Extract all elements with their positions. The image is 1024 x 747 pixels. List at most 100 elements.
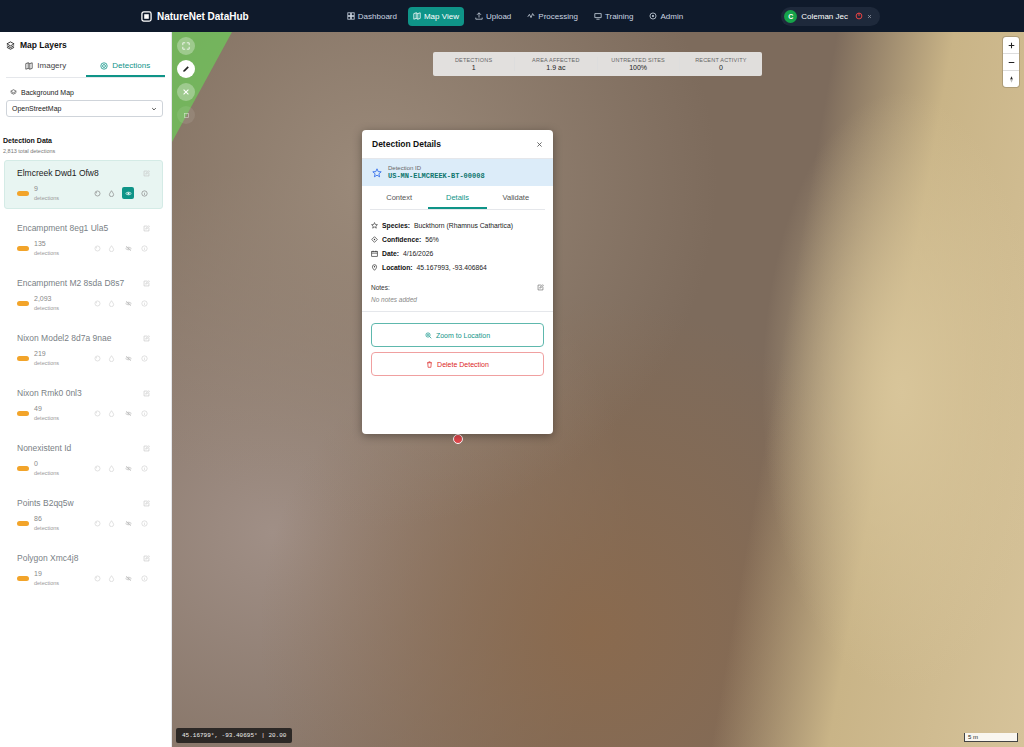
layer-card[interactable]: Elmcreek Dwd1 Ofw8 9 detections <box>4 160 163 209</box>
edit-icon[interactable] <box>143 170 150 177</box>
layer-card[interactable]: Nixon Rmk0 0nl3 49 detections <box>4 380 163 429</box>
info-icon[interactable] <box>141 355 148 362</box>
zoom-in-button[interactable] <box>1003 37 1019 54</box>
visibility-toggle[interactable] <box>122 242 134 254</box>
drop-icon[interactable] <box>108 300 115 307</box>
style-icon[interactable] <box>94 465 101 472</box>
reset-north-button[interactable] <box>1003 71 1019 87</box>
style-icon[interactable] <box>94 575 101 582</box>
layer-card[interactable]: Nixon Model2 8d7a 9nae 219 detections <box>4 325 163 374</box>
user-menu[interactable]: C Coleman Jec <box>781 7 880 26</box>
nav-item[interactable]: Upload <box>470 7 516 26</box>
stat-item: DETECTIONS 1 <box>433 57 515 71</box>
style-icon[interactable] <box>94 245 101 252</box>
layer-card[interactable]: Encampment 8eg1 Ula5 135 detections <box>4 215 163 264</box>
layer-card[interactable]: Points B2qq5w 86 detections <box>4 490 163 539</box>
popup-tab[interactable]: Validate <box>487 188 545 209</box>
cancel-button[interactable] <box>177 83 195 101</box>
drop-icon[interactable] <box>108 355 115 362</box>
info-icon[interactable] <box>141 245 148 252</box>
drop-icon[interactable] <box>108 410 115 417</box>
nav-icon <box>527 12 535 20</box>
nav-item[interactable]: Map View <box>408 7 464 26</box>
edit-icon[interactable] <box>143 500 150 507</box>
info-icon[interactable] <box>141 575 148 582</box>
edit-icon[interactable] <box>143 280 150 287</box>
edit-icon[interactable] <box>143 390 150 397</box>
visibility-toggle[interactable] <box>122 407 134 419</box>
info-icon[interactable] <box>141 520 148 527</box>
drop-icon[interactable] <box>108 520 115 527</box>
nav-item[interactable]: Processing <box>522 7 583 26</box>
visibility-toggle[interactable] <box>122 187 134 199</box>
logout-icon[interactable] <box>855 12 863 20</box>
drop-icon[interactable] <box>108 575 115 582</box>
detection-marker[interactable] <box>453 434 463 444</box>
layer-unit: detections <box>34 194 89 202</box>
info-icon[interactable] <box>141 410 148 417</box>
nav-item[interactable]: Training <box>589 7 639 26</box>
style-icon[interactable] <box>94 410 101 417</box>
eye-off-icon <box>125 245 132 252</box>
layer-count: 135 <box>34 239 89 249</box>
target-icon <box>371 236 378 243</box>
edit-icon[interactable] <box>143 445 150 452</box>
stat-value: 1 <box>472 64 476 71</box>
visibility-toggle[interactable] <box>122 517 134 529</box>
close-icon[interactable] <box>536 141 543 148</box>
zoom-icon <box>425 332 432 339</box>
field-value: 45.167993, -93.406864 <box>417 264 487 271</box>
style-icon[interactable] <box>94 355 101 362</box>
delete-button[interactable]: Delete Detection <box>371 352 544 376</box>
visibility-toggle[interactable] <box>122 297 134 309</box>
style-icon[interactable] <box>94 190 101 197</box>
stat-label: DETECTIONS <box>455 57 492 63</box>
layer-card[interactable]: Nonexistent Id 0 detections <box>4 435 163 484</box>
style-icon[interactable] <box>94 300 101 307</box>
eye-off-icon <box>125 465 132 472</box>
edit-icon[interactable] <box>537 284 544 291</box>
info-icon[interactable] <box>141 300 148 307</box>
visibility-toggle[interactable] <box>122 352 134 364</box>
layer-card[interactable]: Polygon Xmc4j8 19 detections <box>4 545 163 594</box>
popup-tab[interactable]: Context <box>370 188 428 209</box>
layer-card[interactable]: Encampment M2 8sda D8s7 2,093 detections <box>4 270 163 319</box>
stats-bar: DETECTIONS 1AREA AFFECTED 1.9 acUNTREATE… <box>433 52 762 76</box>
chevron-down-icon <box>151 106 157 112</box>
popup-tab[interactable]: Details <box>428 188 486 209</box>
layers-icon <box>10 89 17 96</box>
draw-button[interactable] <box>177 60 195 78</box>
zoom-out-button[interactable] <box>1003 54 1019 71</box>
drop-icon[interactable] <box>108 190 115 197</box>
star-icon[interactable] <box>372 168 382 178</box>
visibility-toggle[interactable] <box>122 572 134 584</box>
layer-actions <box>94 572 148 584</box>
style-icon[interactable] <box>94 520 101 527</box>
stat-item: AREA AFFECTED 1.9 ac <box>515 57 597 71</box>
close-icon[interactable] <box>867 14 872 19</box>
nav-label: Upload <box>486 12 511 21</box>
nav-item[interactable]: Admin <box>644 7 688 26</box>
layer-name: Elmcreek Dwd1 Ofw8 <box>17 167 99 179</box>
drop-icon[interactable] <box>108 465 115 472</box>
visibility-toggle[interactable] <box>122 462 134 474</box>
fullscreen-button[interactable] <box>177 37 195 55</box>
detection-id-box: Detection ID US-MN-ELMCREEK-BT-00008 <box>362 159 553 186</box>
brand[interactable]: NatureNet DataHub <box>141 11 249 22</box>
info-icon[interactable] <box>141 190 148 197</box>
info-icon[interactable] <box>141 465 148 472</box>
eye-off-icon <box>125 520 132 527</box>
sidebar-tab[interactable]: Imagery <box>6 56 86 77</box>
zoom-controls <box>1003 37 1019 87</box>
map-view[interactable]: DETECTIONS 1AREA AFFECTED 1.9 acUNTREATE… <box>172 32 1024 747</box>
edit-icon[interactable] <box>143 335 150 342</box>
edit-icon[interactable] <box>143 555 150 562</box>
square-button[interactable] <box>177 106 195 124</box>
edit-icon[interactable] <box>143 225 150 232</box>
field-label: Confidence: <box>382 236 421 243</box>
background-map-select[interactable]: OpenStreetMap <box>6 100 163 117</box>
drop-icon[interactable] <box>108 245 115 252</box>
zoom-button[interactable]: Zoom to Location <box>371 323 544 347</box>
nav-item[interactable]: Dashboard <box>342 7 402 26</box>
sidebar-tab[interactable]: Detections <box>86 56 166 77</box>
